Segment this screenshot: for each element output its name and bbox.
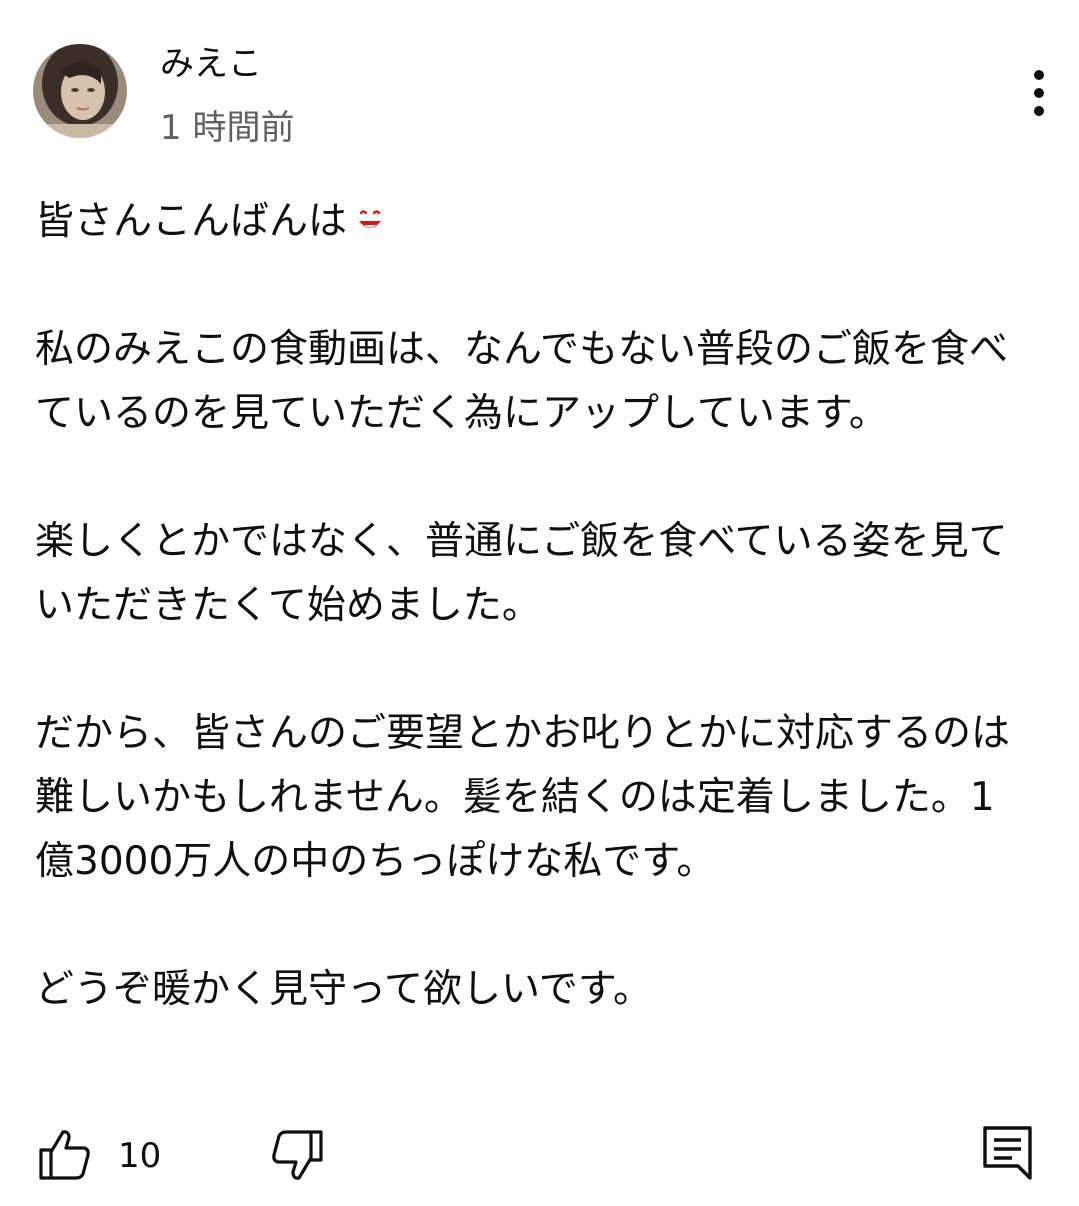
smile-emoji-icon	[359, 210, 382, 228]
reply-comment-icon	[983, 1126, 1032, 1180]
avatar[interactable]	[33, 44, 127, 138]
comment-greeting: 皆さんこんばんは	[35, 199, 348, 244]
more-vertical-icon-dot	[1034, 106, 1044, 116]
like-button[interactable]	[36, 1126, 94, 1184]
author-name[interactable]: みえこ	[160, 40, 262, 88]
more-vertical-icon-dot	[1034, 88, 1044, 98]
dislike-button[interactable]	[268, 1126, 326, 1184]
comment-paragraph: 楽しくとかではなく、普通にご飯を食べている姿を見ていただきたくて始めました。	[35, 519, 1008, 628]
comment-paragraph: どうぞ暖かく見守って欲しいです。	[35, 967, 652, 1012]
thumbs-up-icon	[39, 1130, 90, 1180]
avatar-image	[33, 44, 127, 138]
comment-action-bar: 10	[0, 1120, 1079, 1190]
thumbs-down-icon	[272, 1130, 323, 1180]
more-options-button[interactable]	[1016, 66, 1062, 120]
reply-button[interactable]	[980, 1122, 1036, 1182]
comment-text: 皆さんこんばんは 私のみえこの食動画は、なんでもない普段のご飯を食べているのを見…	[35, 190, 1025, 1022]
comment-timestamp: 1 時間前	[160, 108, 295, 148]
comment-paragraph: 私のみえこの食動画は、なんでもない普段のご飯を食べているのを見ていただく為にアッ…	[35, 327, 1009, 436]
like-count: 10	[118, 1136, 162, 1176]
comment-paragraph: だから、皆さんのご要望とかお叱りとかに対応するのは難しいかもしれません。髪を結く…	[35, 711, 1011, 884]
more-vertical-icon	[1034, 70, 1044, 80]
comment-paragraph: 皆さんこんばんは	[35, 190, 1025, 254]
